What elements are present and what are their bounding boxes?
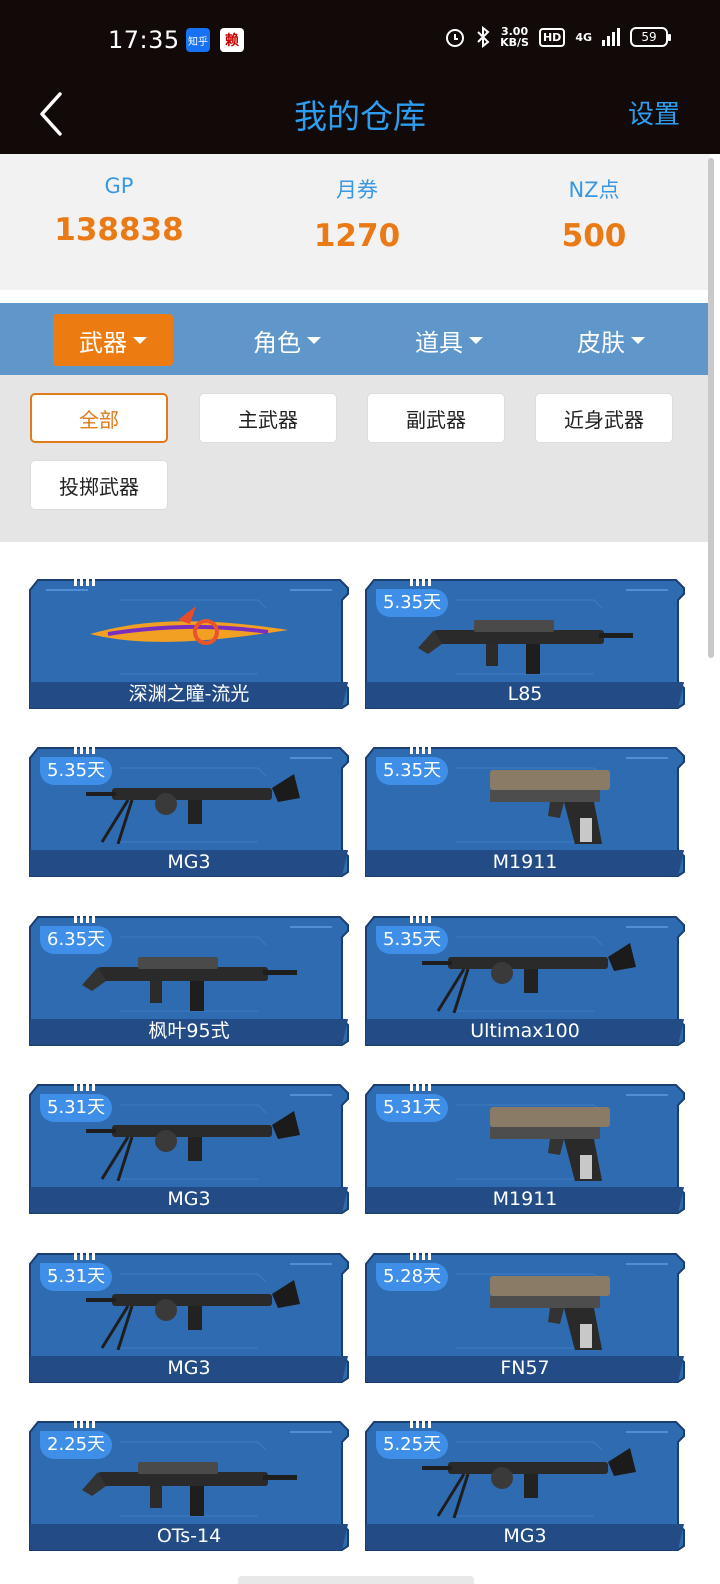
page-title: 我的仓库 xyxy=(294,97,426,136)
bluetooth-icon xyxy=(477,26,490,48)
status-time: 17:35 xyxy=(108,26,180,54)
grip-bars-icon xyxy=(74,576,95,586)
remaining-days-badge: 5.31天 xyxy=(40,1094,113,1122)
status-icons: 3.00 KB/S HD 4G 59 xyxy=(444,25,671,49)
caret-down-icon xyxy=(469,336,483,344)
remaining-days-badge: 5.28天 xyxy=(376,1263,449,1291)
grip-bars-icon xyxy=(410,576,431,586)
weapon-card[interactable]: MG3 5.31天 xyxy=(28,1081,350,1215)
weapon-card[interactable]: 枫叶95式 6.35天 xyxy=(28,913,350,1047)
hd-icon: HD xyxy=(538,27,566,47)
filter-melee[interactable]: 近身武器 xyxy=(535,393,673,443)
tab-items[interactable]: 道具 xyxy=(389,314,509,366)
remaining-days-badge: 2.25天 xyxy=(40,1431,113,1459)
grip-bars-icon xyxy=(410,913,431,923)
weapon-card[interactable]: MG3 5.31天 xyxy=(28,1250,350,1384)
tab-label: 道具 xyxy=(415,328,463,357)
network-speed: 3.00 KB/S xyxy=(500,25,529,49)
grip-bars-icon xyxy=(74,913,95,923)
category-tabs: 武器 角色 道具 皮肤 xyxy=(0,303,710,375)
stat-value: 1270 xyxy=(313,218,401,254)
home-indicator[interactable] xyxy=(238,1576,474,1584)
stat-nz-points: NZ点 500 xyxy=(494,174,694,254)
filter-throwable[interactable]: 投掷武器 xyxy=(30,460,168,510)
tab-weapons[interactable]: 武器 xyxy=(53,314,173,366)
network-type: 4G xyxy=(575,30,592,44)
weapon-card[interactable]: MG3 5.25天 xyxy=(364,1418,686,1552)
grip-bars-icon xyxy=(410,1081,431,1091)
filter-secondary[interactable]: 副武器 xyxy=(367,393,505,443)
grip-bars-icon xyxy=(74,744,95,754)
stat-label: NZ点 xyxy=(568,178,620,202)
weapon-name: MG3 xyxy=(167,851,211,873)
caret-down-icon xyxy=(631,336,645,344)
status-bar: 17:35 知乎 赖 3.00 KB/S HD 4G 59 xyxy=(0,0,720,80)
weapon-card[interactable]: MG3 5.35天 xyxy=(28,744,350,878)
grip-bars-icon xyxy=(410,1250,431,1260)
weapon-card[interactable]: FN57 5.28天 xyxy=(364,1250,686,1384)
weapon-card[interactable]: M1911 5.35天 xyxy=(364,744,686,878)
weapon-name: L85 xyxy=(507,683,543,705)
stat-label: GP xyxy=(104,174,134,198)
weapon-name: FN57 xyxy=(500,1357,550,1379)
nav-bar: 我的仓库 设置 xyxy=(0,80,720,154)
weapon-card[interactable]: Ultimax100 5.35天 xyxy=(364,913,686,1047)
signal-icon xyxy=(602,28,620,46)
grip-bars-icon xyxy=(74,1250,95,1260)
weapon-card[interactable]: OTs-14 2.25天 xyxy=(28,1418,350,1552)
weapon-name: MG3 xyxy=(167,1188,211,1210)
weapon-name: Ultimax100 xyxy=(470,1020,580,1042)
remaining-days-badge: 5.31天 xyxy=(376,1094,449,1122)
grip-bars-icon xyxy=(74,1418,95,1428)
stat-value: 138838 xyxy=(54,212,184,248)
remaining-days-badge: 5.35天 xyxy=(376,589,449,617)
grip-bars-icon xyxy=(74,1081,95,1091)
remaining-days-badge: 5.35天 xyxy=(40,757,113,785)
stat-label: 月券 xyxy=(336,178,378,202)
remaining-days-badge: 5.35天 xyxy=(376,757,449,785)
weapon-name: OTs-14 xyxy=(156,1525,222,1547)
game-app-icon: 赖 xyxy=(220,28,244,52)
grip-bars-icon xyxy=(410,1418,431,1428)
weapon-card[interactable]: 深渊之瞳-流光 xyxy=(28,576,350,710)
weapon-name: M1911 xyxy=(492,851,558,873)
filter-chips: 全部 主武器 副武器 近身武器 投掷武器 xyxy=(0,375,710,542)
tab-label: 武器 xyxy=(79,328,127,357)
tab-label: 皮肤 xyxy=(577,328,625,357)
currency-stats: GP 138838 月券 1270 NZ点 500 xyxy=(0,154,710,290)
settings-button[interactable]: 设置 xyxy=(628,94,680,131)
stat-gp: GP 138838 xyxy=(19,174,219,248)
filter-all[interactable]: 全部 xyxy=(30,393,168,443)
stat-monthly-coupon: 月券 1270 xyxy=(257,174,457,254)
weapon-name: M1911 xyxy=(492,1188,558,1210)
weapon-name: MG3 xyxy=(167,1357,211,1379)
remaining-days-badge: 6.35天 xyxy=(40,926,113,954)
tab-skins[interactable]: 皮肤 xyxy=(551,314,671,366)
stat-value: 500 xyxy=(561,218,627,254)
zhihu-app-icon: 知乎 xyxy=(186,28,210,52)
weapon-card[interactable]: L85 5.35天 xyxy=(364,576,686,710)
alarm-icon xyxy=(446,29,465,47)
caret-down-icon xyxy=(307,336,321,344)
remaining-days-badge: 5.35天 xyxy=(376,926,449,954)
weapon-name: 深渊之瞳-流光 xyxy=(128,683,250,705)
tab-label: 角色 xyxy=(253,328,301,357)
weapon-name: 枫叶95式 xyxy=(148,1020,230,1042)
remaining-days-badge: 5.25天 xyxy=(376,1431,449,1459)
scrollbar[interactable] xyxy=(708,158,714,658)
battery-icon: 59 xyxy=(630,27,671,47)
caret-down-icon xyxy=(133,336,147,344)
tab-characters[interactable]: 角色 xyxy=(227,314,347,366)
remaining-days-badge: 5.31天 xyxy=(40,1263,113,1291)
filter-primary[interactable]: 主武器 xyxy=(199,393,337,443)
weapon-name: MG3 xyxy=(503,1525,547,1547)
weapon-icon xyxy=(90,606,288,645)
weapon-grid: 深渊之瞳-流光 L85 5.35天 MG3 5.35天 M1911 5.35天枫叶95式 6.… xyxy=(0,542,710,1584)
grip-bars-icon xyxy=(410,744,431,754)
weapon-card[interactable]: M1911 5.31天 xyxy=(364,1081,686,1215)
